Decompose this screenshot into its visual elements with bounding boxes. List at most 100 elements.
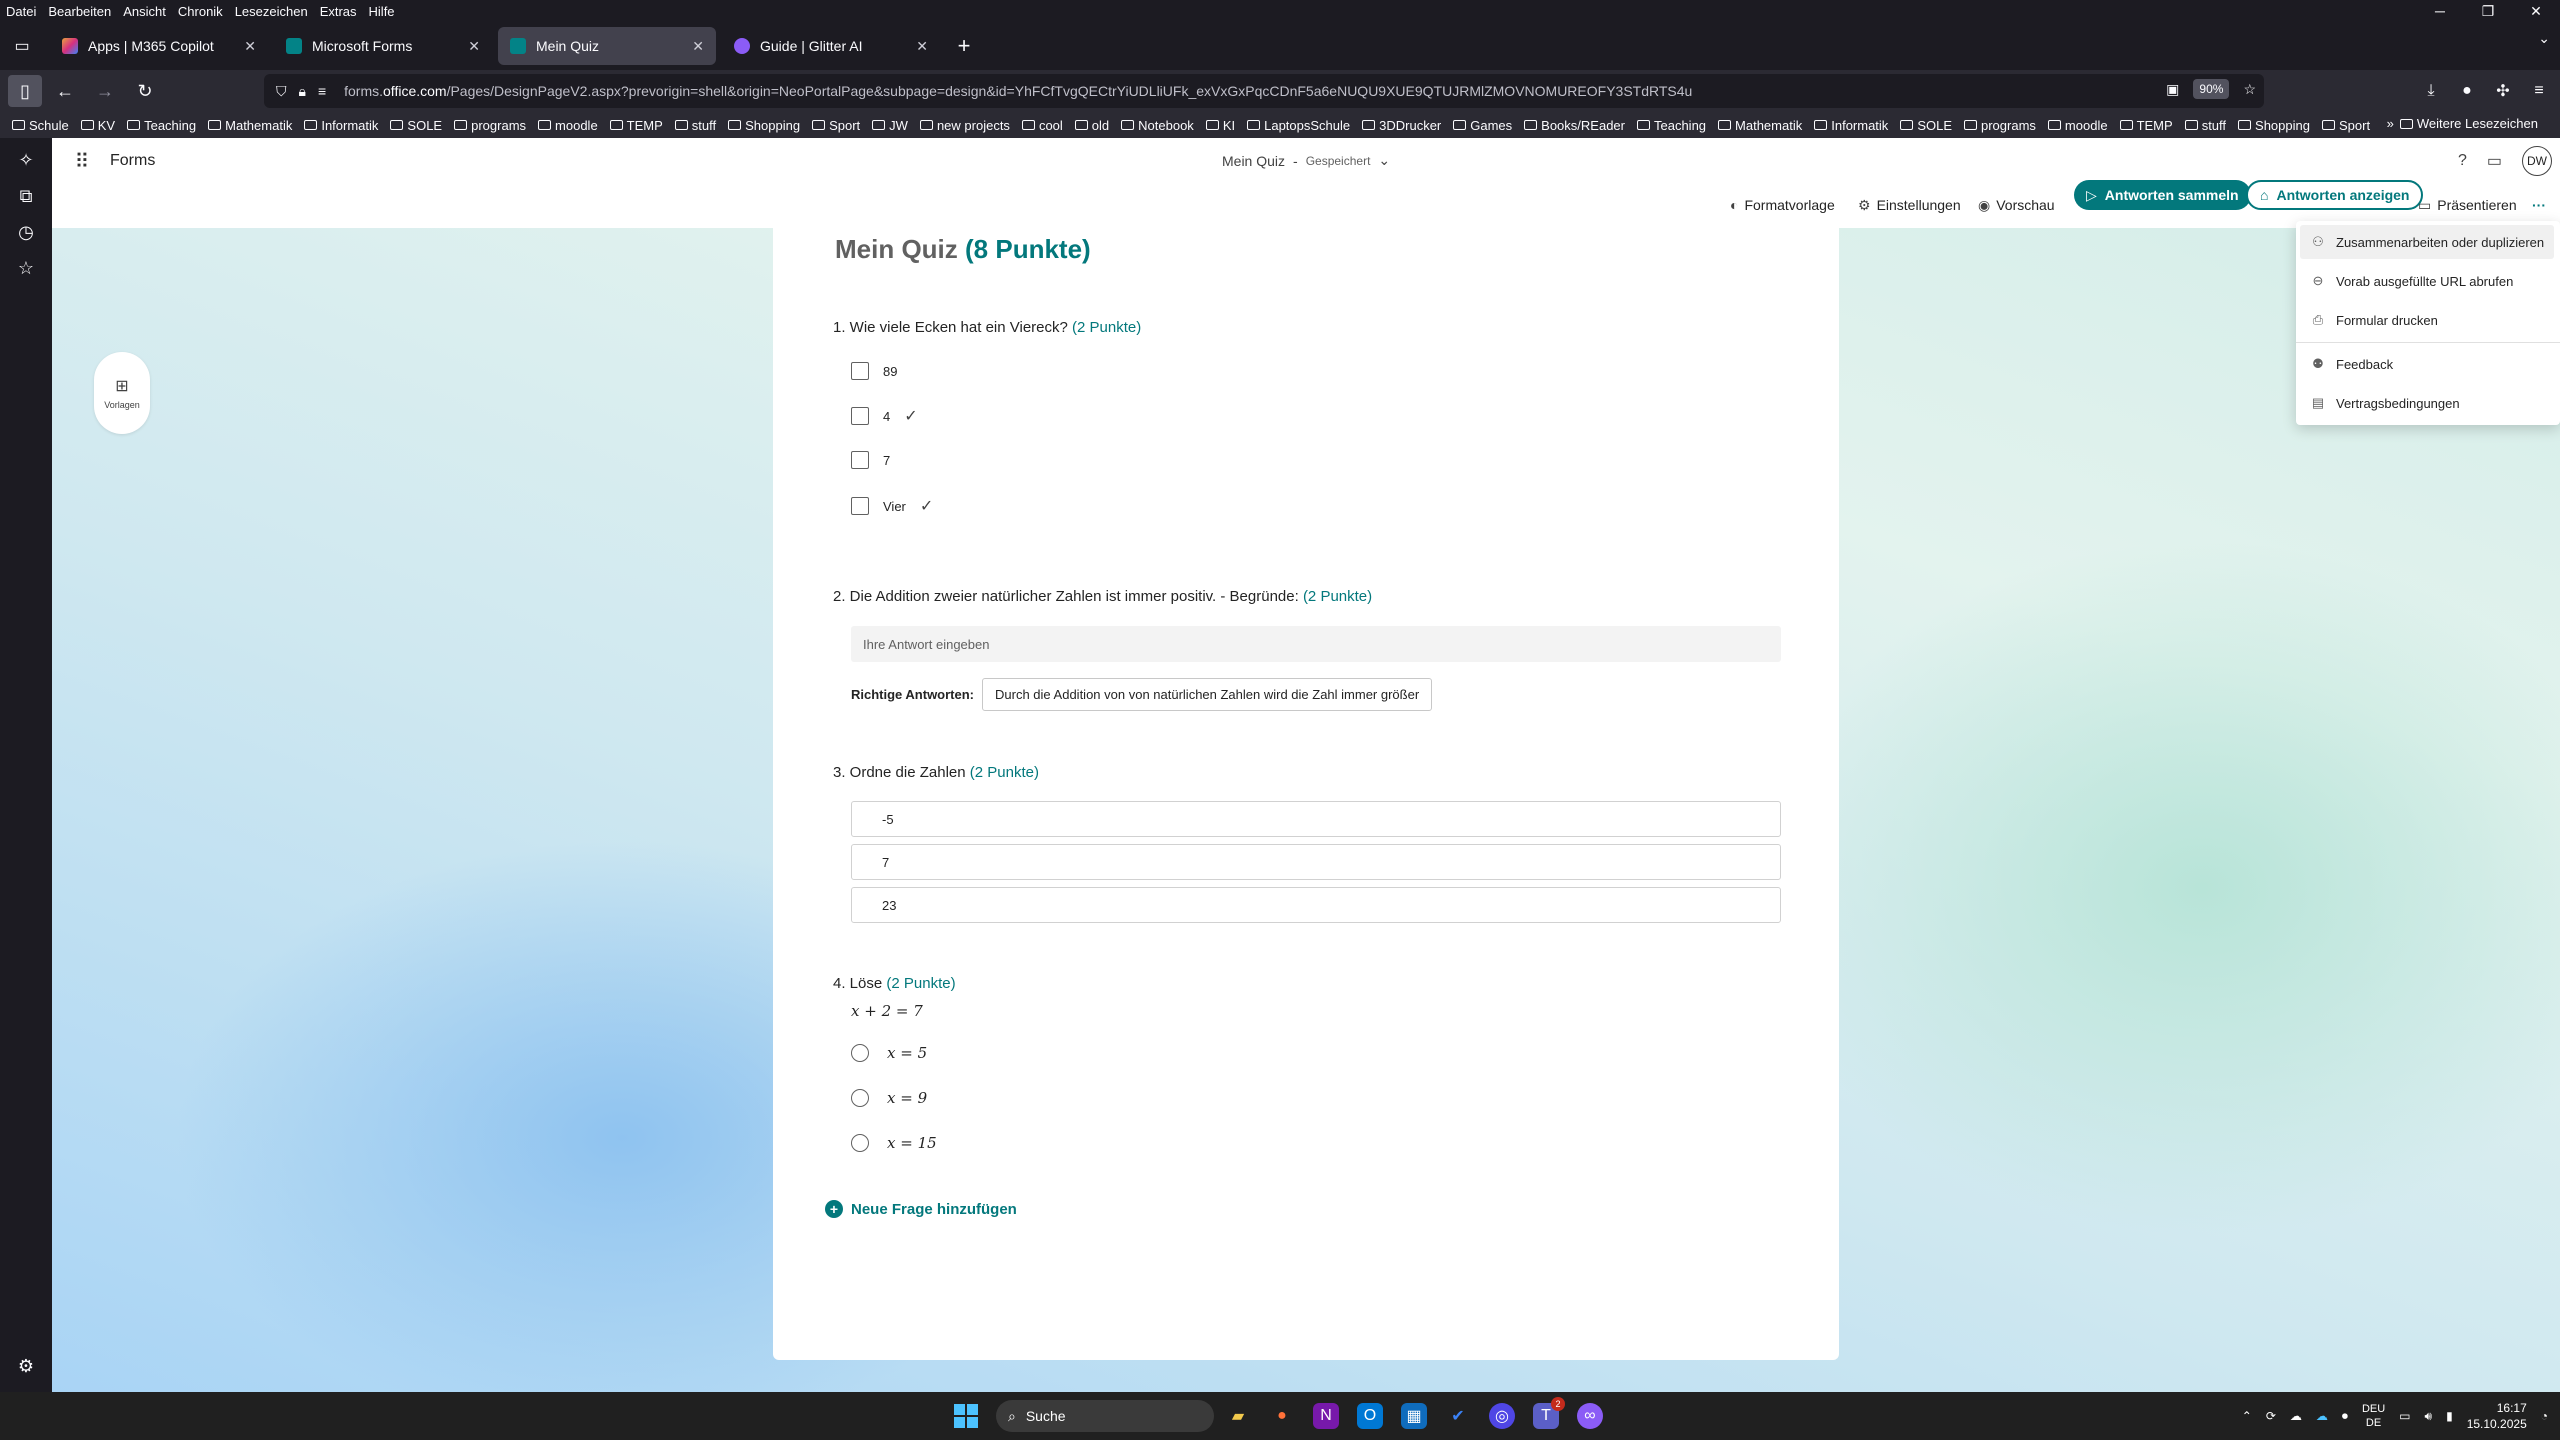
option[interactable]: Vier ✓ — [851, 496, 933, 516]
preview-button[interactable]: ◉ Vorschau — [1978, 190, 2055, 220]
app-icon[interactable]: ◎ — [1489, 1403, 1515, 1429]
bookmark-folder[interactable]: Teaching — [127, 118, 196, 133]
bookmark-folder[interactable]: Teaching — [1636, 118, 1706, 133]
menu-extras[interactable]: Extras — [320, 4, 357, 19]
question-3[interactable]: 3. Ordne die Zahlen (2 Punkte) — [833, 764, 1039, 781]
bookmark-folder[interactable]: Games — [1453, 118, 1512, 133]
question-4[interactable]: 4. Löse (2 Punkte) — [833, 975, 956, 992]
option[interactable]: x = 15 — [851, 1134, 937, 1152]
close-tab-icon[interactable]: ✕ — [468, 38, 480, 55]
bookmark-folder[interactable]: SOLE — [1900, 118, 1952, 133]
menu-item-print[interactable]: ⎙ Formular drucken — [2300, 303, 2554, 337]
zoom-level[interactable]: 90% — [2193, 79, 2230, 99]
bookmark-folder[interactable]: programs — [1964, 118, 2036, 133]
sync-icon[interactable]: ⟳ — [2266, 1409, 2276, 1423]
bookmark-folder[interactable]: Informatik — [304, 118, 378, 133]
correct-answer-value[interactable]: Durch die Addition von von natürlichen Z… — [982, 678, 1433, 711]
checkbox[interactable] — [851, 362, 869, 380]
forward-icon[interactable]: → — [88, 75, 122, 107]
restore-icon[interactable]: ❐ — [2464, 0, 2512, 22]
calendar-icon[interactable]: ▦ — [1401, 1403, 1427, 1429]
chevron-up-icon[interactable]: ⌃ — [2242, 1409, 2252, 1423]
bookmark-folder[interactable]: JW — [872, 118, 908, 133]
tab-mein-quiz[interactable]: Mein Quiz ✕ — [498, 27, 716, 65]
onedrive-icon[interactable]: ☁ — [2316, 1409, 2328, 1423]
bookmark-folder[interactable]: old — [1074, 118, 1109, 133]
app-name[interactable]: Forms — [110, 152, 155, 170]
radio-button[interactable] — [851, 1044, 869, 1062]
bookmark-folder[interactable]: SOLE — [390, 118, 442, 133]
account-icon[interactable]: ● — [2454, 76, 2480, 106]
menu-bearbeiten[interactable]: Bearbeiten — [48, 4, 111, 19]
option[interactable]: 89 — [851, 362, 897, 380]
settings-button[interactable]: ⚙ Einstellungen — [1858, 190, 1961, 220]
more-bookmarks[interactable]: » Weitere Lesezeichen — [2378, 116, 2550, 131]
language-indicator[interactable]: DEU DE — [2362, 1402, 2385, 1430]
close-tab-icon[interactable]: ✕ — [916, 38, 928, 55]
bookmark-folder[interactable]: Shopping — [2238, 118, 2310, 133]
history-icon[interactable]: ◷ — [0, 214, 52, 250]
glitter-app-icon[interactable]: ∞ — [1577, 1403, 1603, 1429]
tab-list-icon[interactable]: ▭ — [2, 26, 42, 66]
bookmark-folder[interactable]: Sport — [812, 118, 860, 133]
bookmark-folder[interactable]: Sport — [2321, 118, 2370, 133]
menu-datei[interactable]: Datei — [6, 4, 36, 19]
todo-icon[interactable]: ✔ — [1440, 1398, 1476, 1434]
bookmark-folder[interactable]: Mathematik — [208, 118, 292, 133]
display-icon[interactable]: ▭ — [2399, 1409, 2410, 1423]
menu-hilfe[interactable]: Hilfe — [369, 4, 395, 19]
more-options-icon[interactable]: ··· — [2532, 190, 2546, 220]
option[interactable]: x = 9 — [851, 1089, 927, 1107]
radio-button[interactable] — [851, 1089, 869, 1107]
templates-button[interactable]: ⊞ Vorlagen — [94, 352, 150, 434]
reload-icon[interactable]: ↻ — [128, 75, 162, 107]
app-menu-icon[interactable]: ≡ — [2526, 76, 2552, 106]
close-tab-icon[interactable]: ✕ — [244, 38, 256, 55]
help-icon[interactable]: ? — [2458, 152, 2467, 170]
bookmark-folder[interactable]: Mathematik — [1718, 118, 1802, 133]
option[interactable]: 7 — [851, 451, 890, 469]
menu-item-feedback[interactable]: ⚉ Feedback — [2300, 347, 2554, 381]
quiz-title[interactable]: Mein Quiz (8 Punkte) — [835, 234, 1091, 265]
tab-m365-copilot[interactable]: Apps | M365 Copilot ✕ — [50, 27, 268, 65]
notifications-icon[interactable]: ◔ — [2541, 1409, 2548, 1423]
reader-view-icon[interactable]: ▣ — [2166, 81, 2179, 98]
bookmark-folder[interactable]: KI — [1205, 118, 1235, 133]
battery-icon[interactable]: ▮ — [2446, 1409, 2453, 1423]
answer-input[interactable]: Ihre Antwort eingeben — [851, 626, 1781, 662]
menu-item-collaborate[interactable]: ⚇ Zusammenarbeiten oder duplizieren — [2300, 225, 2554, 259]
menu-lesezeichen[interactable]: Lesezeichen — [235, 4, 308, 19]
permissions-icon[interactable]: ≡ — [318, 83, 326, 99]
bookmark-folder[interactable]: Notebook — [1121, 118, 1194, 133]
shield-icon[interactable]: ⛉ — [276, 83, 287, 100]
synced-tabs-icon[interactable]: ⧉ — [0, 178, 52, 214]
bookmark-folder[interactable]: new projects — [919, 118, 1010, 133]
ai-chatbot-icon[interactable]: ✧ — [0, 142, 52, 178]
question-1[interactable]: 1. Wie viele Ecken hat ein Viereck? (2 P… — [833, 319, 1141, 336]
menu-item-terms[interactable]: ▤ Vertragsbedingungen — [2300, 386, 2554, 420]
order-item[interactable]: -5 — [851, 801, 1781, 837]
windows-start-icon[interactable] — [954, 1404, 978, 1428]
bookmark-star-icon[interactable]: ☆ — [2243, 81, 2256, 98]
outlook-icon[interactable]: O — [1357, 1403, 1383, 1429]
bookmark-folder[interactable]: cool — [1021, 118, 1063, 133]
new-tab-icon[interactable]: + — [946, 28, 982, 64]
double-chevron-icon[interactable]: » — [2387, 116, 2394, 131]
order-item[interactable]: 23 — [851, 887, 1781, 923]
order-item[interactable]: 7 — [851, 844, 1781, 880]
checkbox[interactable] — [851, 451, 869, 469]
bookmark-folder[interactable]: Informatik — [1814, 118, 1888, 133]
bookmark-folder[interactable]: Shopping — [728, 118, 800, 133]
bookmark-folder[interactable]: stuff — [674, 118, 716, 133]
style-button[interactable]: ◐ Formatvorlage — [1730, 190, 1835, 220]
bookmark-folder[interactable]: programs — [454, 118, 526, 133]
menu-item-prefilled-url[interactable]: ⊖ Vorab ausgefüllte URL abrufen — [2300, 264, 2554, 298]
checkbox[interactable] — [851, 497, 869, 515]
firefox-icon[interactable]: ● — [1264, 1398, 1300, 1434]
close-window-icon[interactable]: ✕ — [2512, 0, 2560, 22]
back-icon[interactable]: ← — [48, 75, 82, 107]
present-button[interactable]: ▭ Präsentieren — [2418, 190, 2517, 220]
clock[interactable]: 16:17 15.10.2025 — [2467, 1400, 2527, 1432]
onenote-icon[interactable]: N — [1313, 1403, 1339, 1429]
list-all-tabs-icon[interactable]: ⌄ — [2538, 30, 2550, 47]
